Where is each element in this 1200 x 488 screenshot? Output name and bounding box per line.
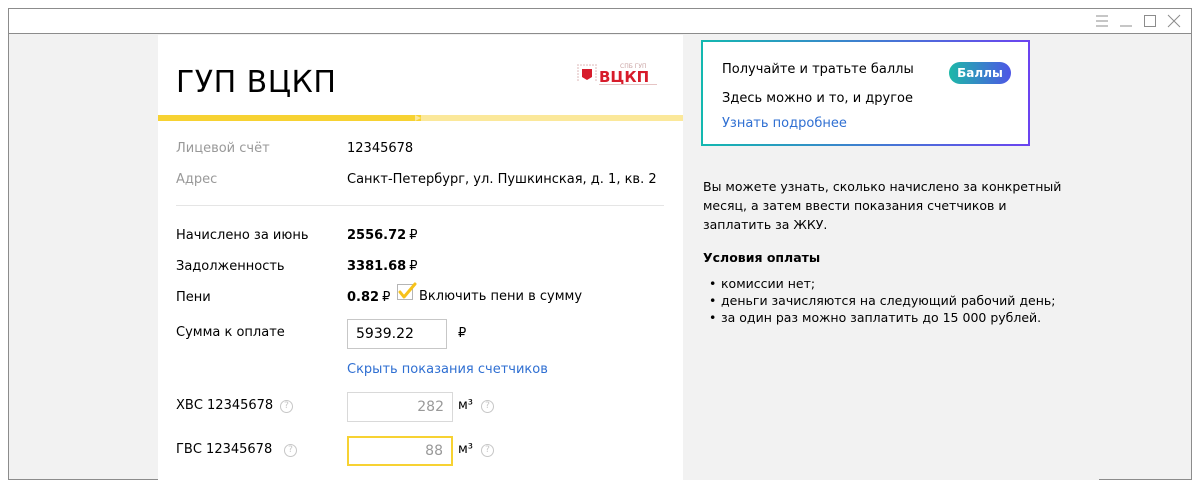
promo-title: Получайте и тратьте баллы [722,62,914,77]
maximize-icon[interactable] [1141,12,1159,30]
currency-sign: ₽ [382,290,391,305]
minimize-icon[interactable] [1117,12,1135,30]
checkmark-icon [398,282,417,299]
debt-label: Задолженность [176,259,285,274]
question-icon[interactable]: ? [481,444,494,457]
question-icon[interactable]: ? [481,400,494,413]
points-badge[interactable]: Баллы [949,62,1011,84]
currency-sign: ₽ [409,259,418,274]
account-label: Лицевой счёт [176,141,270,156]
meter-cold-water-label: ХВС 12345678 [176,398,274,413]
include-penalty-label[interactable]: Включить пени в сумму [419,289,582,304]
meter-cold-water-input[interactable] [347,392,453,422]
hide-meters-link[interactable]: Скрыть показания счетчиков [347,362,548,377]
window-controls [1093,12,1183,30]
list-item: за один раз можно заплатить до 15 000 ру… [703,309,1073,326]
total-currency: ₽ [458,326,467,341]
title-bar [9,9,1191,34]
list-item: комиссии нет; [703,275,1073,292]
company-title: ГУП ВЦКП [176,65,337,100]
learn-more-link[interactable]: Узнать подробнее [722,116,847,131]
address-value: Санкт-Петербург, ул. Пушкинская, д. 1, к… [347,172,657,187]
points-promo-card[interactable]: Получайте и тратьте баллы Баллы Здесь мо… [701,40,1030,146]
info-column: Получайте и тратьте баллы Баллы Здесь мо… [683,35,1099,480]
question-icon[interactable]: ? [284,444,297,457]
divider [176,205,664,206]
meter-hot-water-input[interactable] [347,436,453,466]
penalty-label: Пени [176,290,211,305]
conditions-title: Условия оплаты [703,250,821,265]
debt-amount: 3381.68 [347,259,407,274]
menu-icon[interactable] [1093,12,1111,30]
total-amount-input[interactable] [347,319,447,349]
conditions-list: комиссии нет; деньги зачисляются на след… [703,275,1073,326]
list-item: деньги зачисляются на следующий рабочий … [703,292,1073,309]
progress-marker [414,115,421,121]
penalty-value: 0.82 ₽ [347,290,390,305]
progress-fill [158,115,421,121]
app-window: ГУП ВЦКП СПБ ГУП ВЦКП Лицевой счёт 12345… [8,8,1192,480]
progress-bar [158,115,683,121]
charged-value: 2556.72 ₽ [347,228,418,243]
total-label: Сумма к оплате [176,325,285,340]
info-text: Вы можете узнать, сколько начислено за к… [703,179,1062,232]
meter-hot-water-unit: м³ [458,442,474,457]
meter-cold-water-unit: м³ [458,398,474,413]
charged-label: Начислено за июнь [176,228,309,243]
close-icon[interactable] [1165,12,1183,30]
company-logo: СПБ ГУП ВЦКП [576,59,660,89]
debt-value: 3381.68 ₽ [347,259,418,274]
charged-amount: 2556.72 [347,228,407,243]
account-value: 12345678 [347,141,414,156]
payment-form-card: ГУП ВЦКП СПБ ГУП ВЦКП Лицевой счёт 12345… [158,35,683,480]
question-icon[interactable]: ? [280,400,293,413]
meter-hot-water-label: ГВС 12345678 [176,442,273,457]
logo-wordmark: ВЦКП [599,68,649,86]
promo-subtitle: Здесь можно и то, и другое [722,91,913,106]
penalty-amount: 0.82 [347,290,380,305]
currency-sign: ₽ [409,228,418,243]
include-penalty-checkbox[interactable] [397,282,417,300]
address-label: Адрес [176,172,218,187]
